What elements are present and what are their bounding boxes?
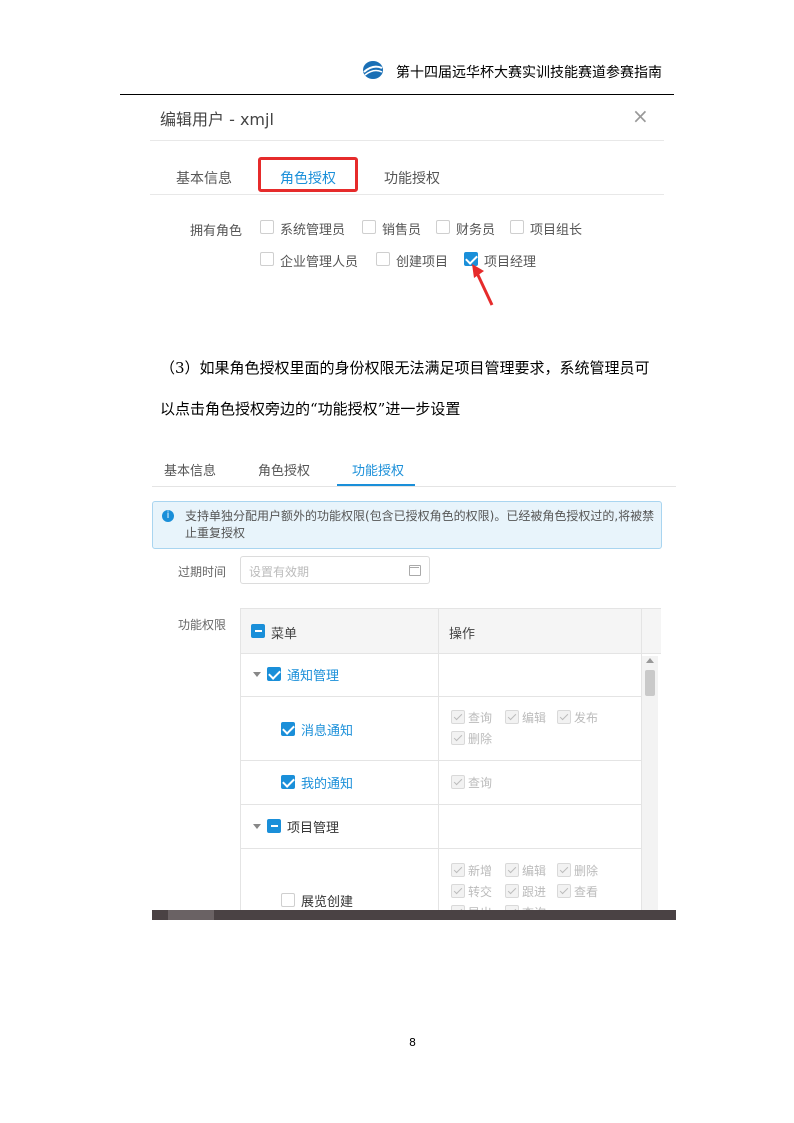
divider (150, 140, 664, 141)
role-label: 销售员 (382, 223, 422, 238)
info-text: 支持单独分配用户额外的功能权限(包含已授权角色的权限)。已经被角色授权过的,将被… (185, 509, 655, 540)
op-label: 编辑 (522, 864, 547, 878)
table-row: 通知管理 (241, 652, 641, 697)
tab-basic-info[interactable]: 基本信息 (164, 460, 216, 479)
op-checkbox (451, 775, 465, 789)
op-checkbox (557, 863, 571, 877)
expire-date-input[interactable]: 设置有效期 (240, 556, 430, 584)
table-header: 菜单 操作 (241, 608, 661, 654)
tab-basic-info[interactable]: 基本信息 (176, 168, 232, 188)
menu-checkbox[interactable] (281, 893, 295, 907)
op-checkbox (505, 710, 519, 724)
table-row: 消息通知 查询 编辑 发布 删除 (241, 696, 641, 761)
op-label: 查看 (574, 885, 599, 899)
column-header-ops: 操作 (449, 627, 476, 642)
page-number: 8 (409, 1036, 416, 1049)
screenshot-bottom-edge (152, 910, 676, 920)
menu-checkbox[interactable] (281, 722, 295, 736)
paragraph-line: （3）如果角色授权里面的身份权限无法满足项目管理要求，系统管理员可 (160, 359, 650, 377)
op-label: 转交 (468, 885, 493, 899)
op-checkbox (451, 731, 465, 745)
perm-label: 功能权限 (178, 618, 227, 632)
caret-down-icon[interactable] (253, 824, 261, 829)
header-title: 第十四届远华杯大赛实训技能赛道参赛指南 (396, 65, 662, 81)
op-checkbox (557, 710, 571, 724)
op-label: 编辑 (522, 711, 547, 725)
role-label: 创建项目 (396, 255, 449, 270)
role-label: 项目组长 (530, 223, 583, 238)
edit-user-dialog: 编辑用户 - xmjl × 基本信息 角色授权 功能授权 拥有角色 系统管理员 … (150, 96, 664, 318)
op-checkbox (451, 884, 465, 898)
role-checkbox[interactable] (362, 220, 376, 234)
role-label: 系统管理员 (280, 223, 346, 238)
scrollbar[interactable] (642, 656, 658, 920)
table-row: 项目管理 (241, 804, 641, 849)
menu-name: 我的通知 (301, 777, 354, 792)
menu-checkbox[interactable] (267, 819, 281, 833)
divider (152, 486, 676, 487)
op-label: 删除 (574, 864, 599, 878)
menu-name: 消息通知 (301, 724, 354, 739)
close-icon[interactable]: × (632, 104, 649, 128)
op-checkbox (557, 884, 571, 898)
role-label: 财务员 (456, 223, 496, 238)
globe-logo-icon (363, 61, 383, 79)
op-checkbox (451, 710, 465, 724)
red-arrow-icon (472, 264, 494, 306)
op-checkbox (505, 884, 519, 898)
permission-table: 菜单 操作 通知管理 消息通知 查询 编辑 发布 删除 我的通知 查询 项目管理… (240, 608, 661, 920)
menu-name: 项目管理 (287, 821, 340, 836)
screenshot-bottom-edge (168, 910, 214, 920)
function-auth-panel: 基本信息 角色授权 功能授权 i 支持单独分配用户额外的功能权限(包含已授权角色… (152, 438, 676, 920)
op-label: 删除 (468, 732, 493, 746)
expire-label: 过期时间 (178, 565, 227, 579)
role-checkbox[interactable] (260, 220, 274, 234)
op-label: 新增 (468, 864, 493, 878)
calendar-icon (409, 565, 421, 576)
dialog-title: 编辑用户 - xmjl (160, 110, 274, 129)
caret-down-icon[interactable] (253, 672, 261, 677)
menu-checkbox[interactable] (281, 775, 295, 789)
role-label: 企业管理人员 (280, 255, 359, 270)
info-alert: i 支持单独分配用户额外的功能权限(包含已授权角色的权限)。已经被角色授权过的,… (152, 501, 662, 549)
role-checkbox[interactable] (260, 252, 274, 266)
op-label: 跟进 (522, 885, 547, 899)
paragraph-line: 以点击角色授权旁边的“功能授权”进一步设置 (160, 400, 461, 418)
menu-checkbox[interactable] (267, 667, 281, 681)
highlight-box (258, 157, 358, 192)
role-checkbox[interactable] (510, 220, 524, 234)
op-label: 查询 (468, 711, 493, 725)
op-label: 查询 (468, 776, 493, 790)
scroll-thumb[interactable] (645, 670, 655, 696)
tab-role-auth[interactable]: 角色授权 (258, 460, 310, 479)
scroll-up-icon[interactable] (646, 658, 654, 663)
tab-function-auth[interactable]: 功能授权 (384, 168, 440, 188)
tab-function-auth[interactable]: 功能授权 (352, 460, 404, 479)
menu-name: 展览创建 (301, 895, 354, 910)
op-checkbox (451, 863, 465, 877)
role-checkbox[interactable] (376, 252, 390, 266)
date-placeholder: 设置有效期 (249, 565, 310, 579)
select-all-checkbox[interactable] (251, 624, 265, 638)
column-header-menu: 菜单 (271, 627, 298, 642)
header-divider (120, 94, 674, 95)
op-label: 发布 (574, 711, 599, 725)
menu-name: 通知管理 (287, 669, 340, 684)
divider (150, 194, 664, 195)
roles-label: 拥有角色 (190, 224, 243, 239)
table-row: 我的通知 查询 (241, 760, 641, 805)
op-checkbox (505, 863, 519, 877)
info-icon: i (162, 510, 174, 522)
role-checkbox[interactable] (436, 220, 450, 234)
